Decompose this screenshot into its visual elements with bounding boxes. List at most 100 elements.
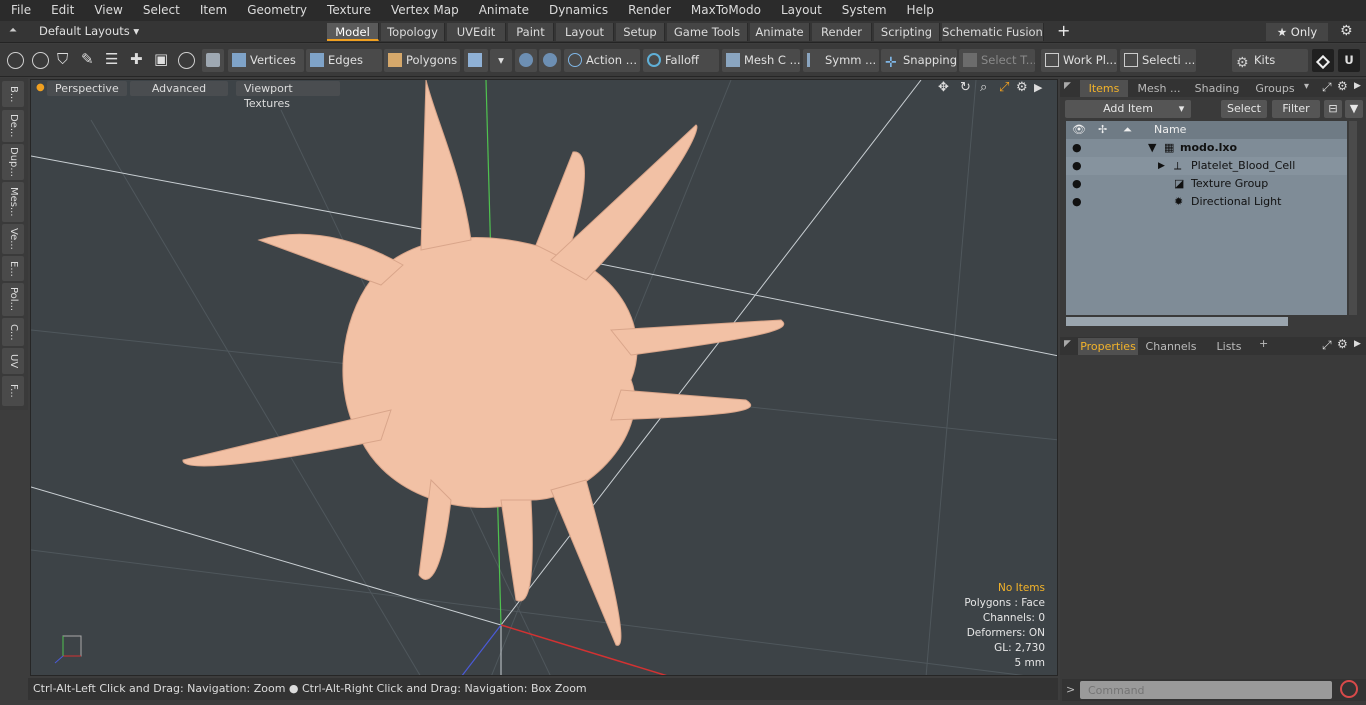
record-icon[interactable] xyxy=(1340,680,1358,698)
add-tab-icon[interactable]: + xyxy=(1259,337,1268,350)
menu-texture[interactable]: Texture xyxy=(317,0,381,21)
left-tab-1[interactable]: De... xyxy=(2,110,24,142)
shield-icon-a[interactable] xyxy=(515,49,537,72)
eye-icon[interactable]: ● xyxy=(1072,193,1082,211)
panel-expand-icon[interactable]: ⤢ xyxy=(1322,80,1332,95)
panel-arrow-icon[interactable]: ▶ xyxy=(1354,81,1361,91)
select-through-button[interactable]: Select T... xyxy=(959,49,1035,72)
tree-item-directional-light[interactable]: ● ✹ Directional Light xyxy=(1066,193,1347,211)
edges-button[interactable]: Edges xyxy=(306,49,382,72)
left-tab-9[interactable]: F... xyxy=(2,376,24,406)
zoom-view-icon[interactable]: ⌕ xyxy=(980,80,987,95)
tab-schematic-fusion[interactable]: Schematic Fusion xyxy=(942,23,1044,41)
unreal-icon[interactable]: U xyxy=(1338,49,1360,72)
perspective-button[interactable]: Perspective xyxy=(47,81,127,96)
maximize-view-icon[interactable]: ⤢ xyxy=(999,80,1009,95)
tab-uvedit[interactable]: UVEdit xyxy=(447,23,506,41)
pen-tool-icon[interactable]: ⛉ xyxy=(57,50,68,68)
rotate-view-icon[interactable]: ↻ xyxy=(960,80,971,95)
timer-icon[interactable] xyxy=(178,52,195,69)
brush-icon[interactable]: ✎ xyxy=(81,50,94,68)
tab-lists[interactable]: Lists xyxy=(1204,338,1254,355)
tab-topology[interactable]: Topology xyxy=(381,23,445,41)
menu-view[interactable]: View xyxy=(84,0,132,21)
left-tab-0[interactable]: B... xyxy=(2,81,24,107)
layout-collapse-icon[interactable]: ⏶ xyxy=(9,25,17,36)
platelet-blood-cell-mesh[interactable] xyxy=(182,80,785,646)
tab-scripting[interactable]: Scripting xyxy=(874,23,940,41)
stack-icon[interactable]: ☰ xyxy=(105,50,118,68)
eye-icon[interactable]: ● xyxy=(1072,175,1082,193)
tab-model[interactable]: Model xyxy=(327,23,379,41)
tab-setup[interactable]: Setup xyxy=(616,23,665,41)
left-tab-7[interactable]: C... xyxy=(2,318,24,346)
tree-scrollbar[interactable] xyxy=(1066,317,1288,326)
eye-icon[interactable]: ● xyxy=(1072,157,1082,175)
viewport-settings-icon[interactable]: ⚙ xyxy=(1016,80,1028,95)
tab-paint[interactable]: Paint xyxy=(508,23,554,41)
left-tab-4[interactable]: Ve... xyxy=(2,224,24,254)
work-plane-button[interactable]: Work Pl... xyxy=(1041,49,1117,72)
tab-shading[interactable]: Shading xyxy=(1190,80,1244,97)
menu-maxtomodo[interactable]: MaxToModo xyxy=(681,0,771,21)
add-tab-icon[interactable]: + xyxy=(1057,21,1070,40)
unity-icon[interactable] xyxy=(1312,49,1334,72)
panel-gear-icon[interactable]: ⚙ xyxy=(1337,337,1348,351)
tree-item-modo-lxo[interactable]: ● ▼ ▦ modo.lxo xyxy=(1066,139,1347,157)
menu-geometry[interactable]: Geometry xyxy=(237,0,317,21)
viewport-menu-arrow-icon[interactable]: ▶ xyxy=(1034,81,1042,94)
collapse-icon[interactable]: ⊟ xyxy=(1324,100,1342,118)
advanced-button[interactable]: Advanced xyxy=(130,81,228,96)
left-tab-2[interactable]: Dup... xyxy=(2,144,24,180)
menu-file[interactable]: File xyxy=(0,0,41,21)
tree-item-texture-group[interactable]: ● ◪ Texture Group xyxy=(1066,175,1347,193)
selection-sets-button[interactable]: Selecti ... xyxy=(1120,49,1196,72)
left-tab-6[interactable]: Pol... xyxy=(2,283,24,316)
left-tab-8[interactable]: UV xyxy=(2,348,24,374)
menu-help[interactable]: Help xyxy=(897,0,944,21)
kits-button[interactable]: ⚙ Kits xyxy=(1232,49,1308,72)
left-tab-3[interactable]: Mes... xyxy=(2,182,24,222)
viewport-dot-icon[interactable]: ● xyxy=(36,82,45,93)
tab-groups[interactable]: Groups xyxy=(1248,80,1302,97)
only-button[interactable]: ★ Only xyxy=(1266,23,1328,41)
tabs-dropdown-icon[interactable]: ▾ xyxy=(1304,81,1309,92)
select-button[interactable]: Select xyxy=(1221,100,1267,118)
tab-properties[interactable]: Properties xyxy=(1078,338,1138,355)
symmetry-button[interactable]: Symm ... xyxy=(803,49,879,72)
tree-item-platelet[interactable]: ● ▶ ⟂ Platelet_Blood_Cell xyxy=(1066,157,1347,175)
tree-vertical-scrollbar[interactable] xyxy=(1349,121,1357,315)
snapping-button[interactable]: ✛ Snapping xyxy=(881,49,957,72)
material-dropdown[interactable]: ▾ xyxy=(490,49,512,72)
mesh-constraint-button[interactable]: Mesh C ... xyxy=(722,49,800,72)
layout-dropdown[interactable]: Default Layouts ▾ xyxy=(39,24,139,38)
gear-icon[interactable]: ⚙ xyxy=(1340,23,1353,39)
item-mode-button[interactable] xyxy=(202,49,224,72)
menu-edit[interactable]: Edit xyxy=(41,0,84,21)
tab-animate[interactable]: Animate xyxy=(750,23,810,41)
panel-gear-icon[interactable]: ⚙ xyxy=(1337,79,1348,93)
menu-system[interactable]: System xyxy=(832,0,897,21)
polygons-button[interactable]: Polygons xyxy=(384,49,460,72)
tab-channels[interactable]: Channels xyxy=(1142,338,1200,355)
name-column-header[interactable]: Name xyxy=(1154,121,1186,139)
vertices-button[interactable]: Vertices xyxy=(228,49,304,72)
material-button[interactable] xyxy=(464,49,488,72)
tab-items[interactable]: Items xyxy=(1080,80,1128,97)
filter-button[interactable]: Filter xyxy=(1272,100,1320,118)
menu-animate[interactable]: Animate xyxy=(469,0,539,21)
left-tab-5[interactable]: E... xyxy=(2,256,24,281)
move-view-icon[interactable]: ✥ xyxy=(938,80,949,95)
select-circle-icon[interactable] xyxy=(7,52,24,69)
3d-viewport[interactable]: No Items Polygons : Face Channels: 0 Def… xyxy=(30,79,1058,676)
cross-grid-icon[interactable]: ✚ xyxy=(130,50,143,68)
tab-layout[interactable]: Layout xyxy=(556,23,614,41)
menu-select[interactable]: Select xyxy=(133,0,190,21)
tab-mesh[interactable]: Mesh ... xyxy=(1132,80,1186,97)
funnel-icon[interactable]: ▼ xyxy=(1345,100,1363,118)
shield-icon-b[interactable] xyxy=(539,49,561,72)
viewport-textures-button[interactable]: Viewport Textures xyxy=(236,81,340,110)
command-input[interactable] xyxy=(1080,681,1332,699)
target-icon[interactable]: ▣ xyxy=(154,50,168,68)
globe-icon[interactable] xyxy=(32,52,49,69)
